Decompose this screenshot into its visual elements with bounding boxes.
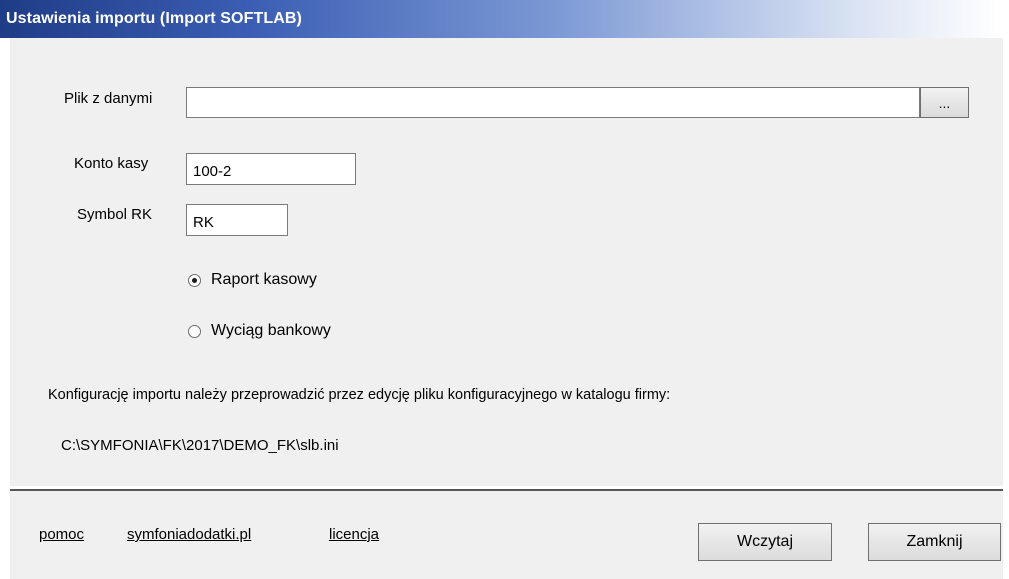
load-button[interactable]: Wczytaj: [698, 523, 832, 561]
settings-panel: Plik z danymi ... Konto kasy Symbol RK R…: [10, 38, 1003, 486]
symbol-input[interactable]: [186, 204, 288, 236]
config-info-text: Konfigurację importu należy przeprowadzi…: [48, 387, 671, 403]
radio-cash-report[interactable]: Raport kasowy: [188, 271, 317, 289]
footer-bar: pomoc symfoniadodatki.pl licencja Wczyta…: [10, 489, 1003, 579]
config-path-text: C:\SYMFONIA\FK\2017\DEMO_FK\slb.ini: [61, 437, 339, 454]
account-input[interactable]: [186, 153, 356, 185]
file-label: Plik z danymi: [64, 90, 153, 107]
help-link[interactable]: pomoc: [39, 526, 84, 543]
symbol-label: Symbol RK: [77, 206, 153, 223]
file-path-input[interactable]: [186, 87, 920, 118]
radio-cash-report-label: Raport kasowy: [211, 271, 317, 288]
import-settings-window: Ustawienia importu (Import SOFTLAB) Plik…: [0, 0, 1009, 579]
website-link[interactable]: symfoniadodatki.pl: [127, 526, 251, 543]
account-label: Konto kasy: [74, 155, 149, 172]
window-title: Ustawienia importu (Import SOFTLAB): [6, 10, 302, 27]
radio-checked-icon[interactable]: [188, 273, 201, 287]
browse-button[interactable]: ...: [920, 87, 969, 118]
radio-bank-statement[interactable]: Wyciąg bankowy: [188, 322, 331, 340]
radio-bank-statement-label: Wyciąg bankowy: [211, 322, 331, 339]
license-link[interactable]: licencja: [329, 526, 379, 543]
title-bar[interactable]: Ustawienia importu (Import SOFTLAB): [0, 0, 1002, 38]
close-button[interactable]: Zamknij: [868, 523, 1001, 561]
radio-unchecked-icon[interactable]: [188, 324, 201, 338]
